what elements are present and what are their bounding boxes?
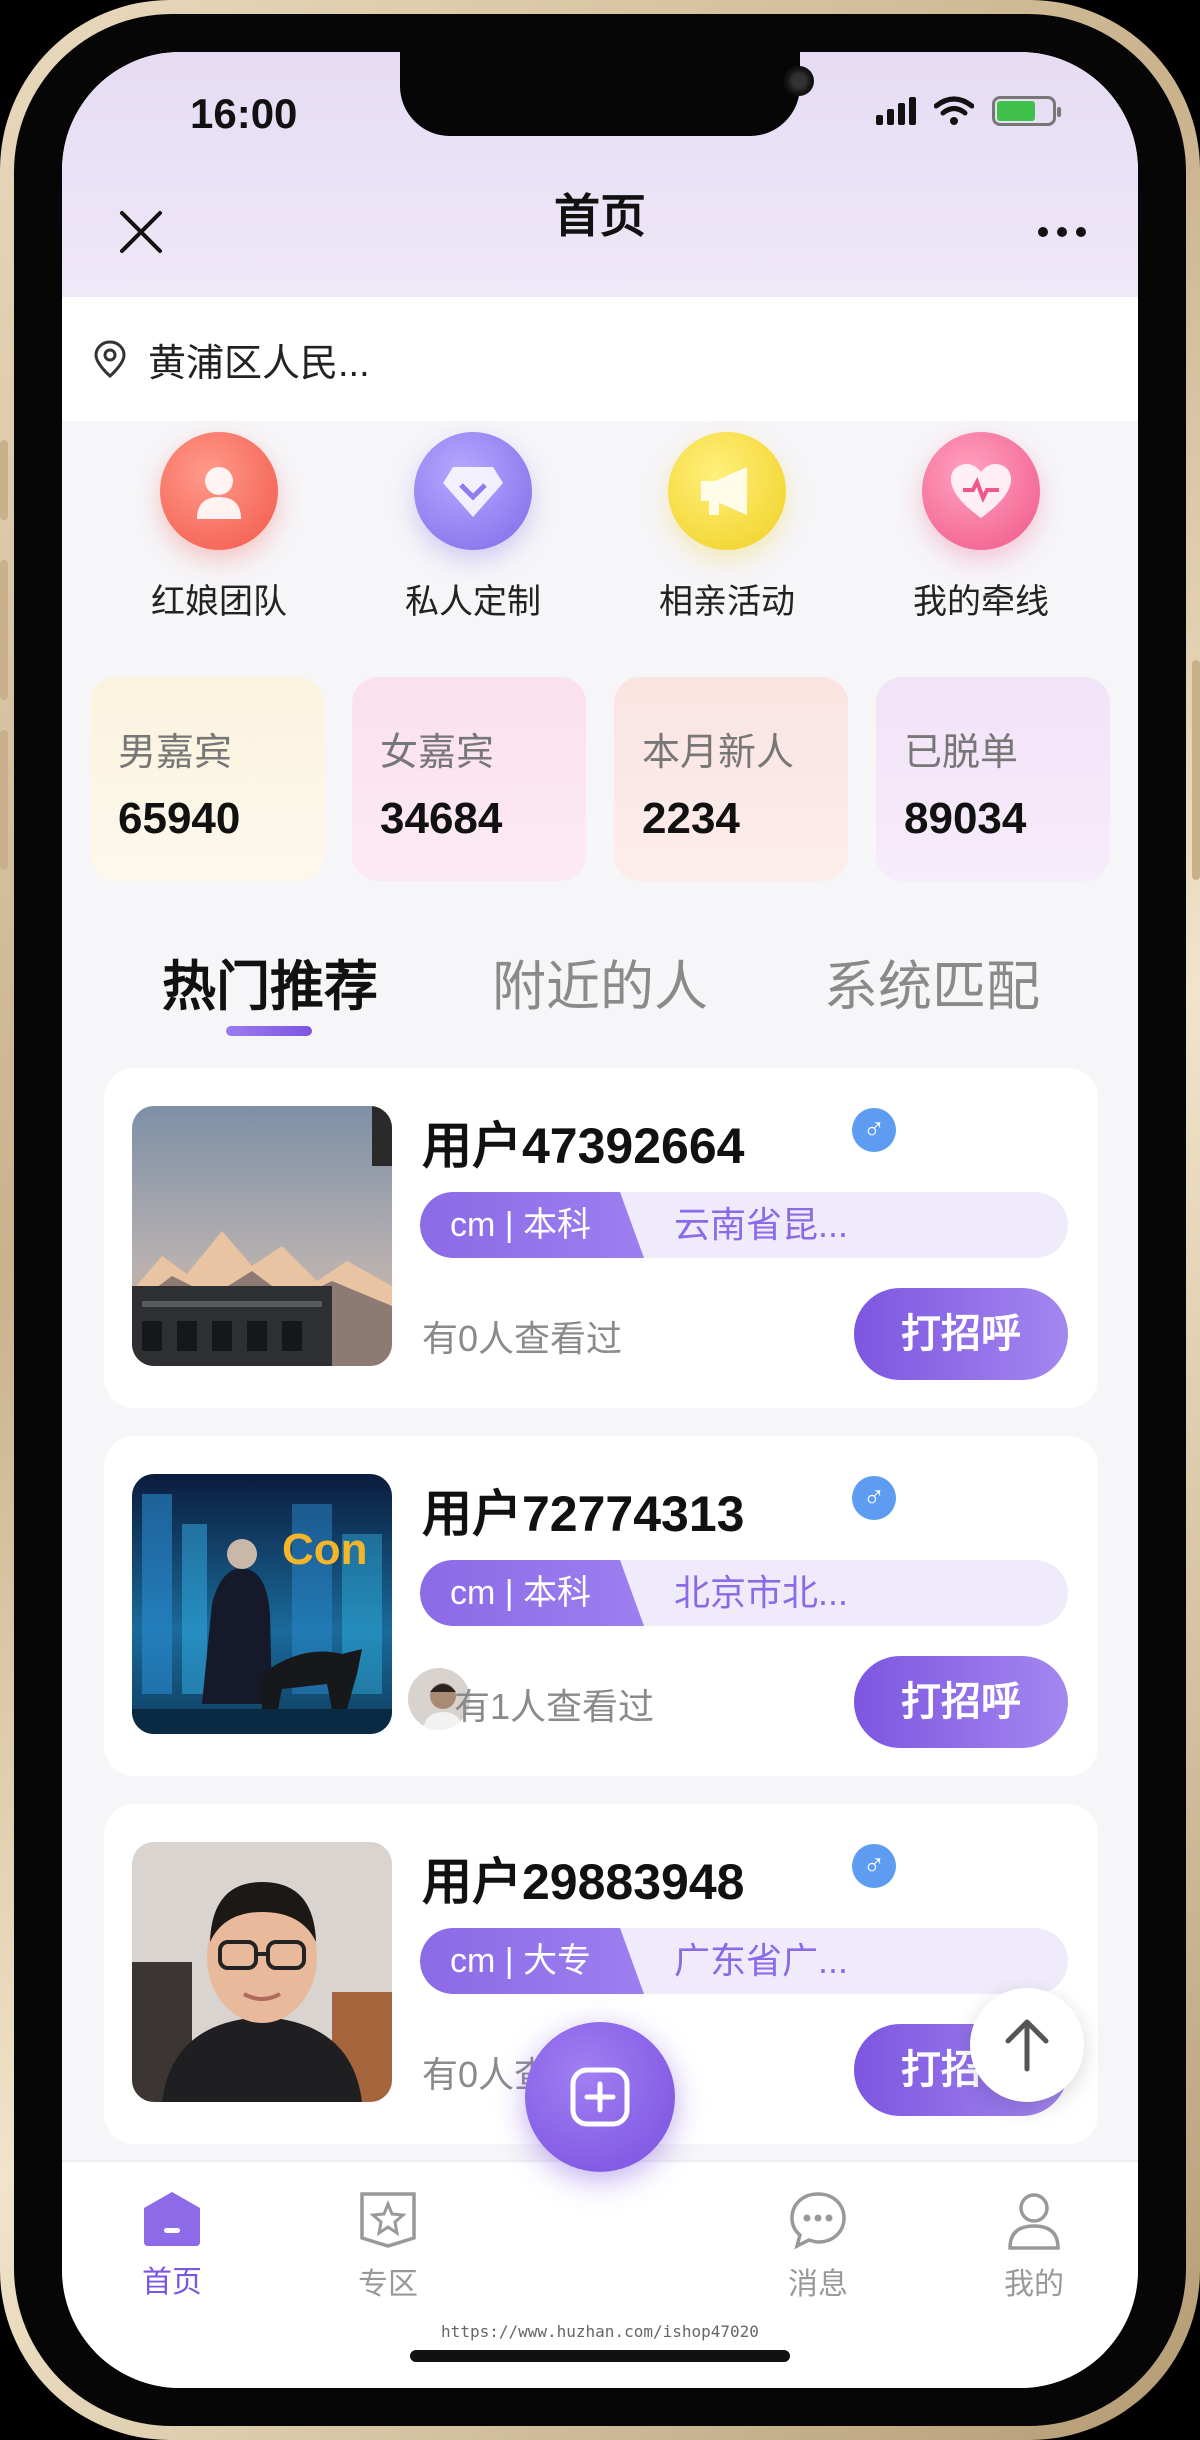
nav-zone[interactable]: 专区 bbox=[308, 2190, 468, 2303]
power-button bbox=[1192, 660, 1200, 880]
tab-bar: 热门推荐 附近的人 系统匹配 bbox=[62, 942, 1138, 1036]
user-tags: cm | 大专 广东省广... bbox=[420, 1928, 1068, 1994]
viewers-text: 有1人查看过 bbox=[454, 1686, 655, 1727]
stats-row: 男嘉宾 65940 女嘉宾 34684 本月新人 2234 已脱单 89034 bbox=[90, 677, 1110, 881]
nav-label: 消息 bbox=[788, 2268, 848, 2301]
quick-item-matchmaker[interactable]: 红娘团队 bbox=[119, 432, 319, 632]
nav-label: 专区 bbox=[358, 2268, 418, 2301]
quick-item-event[interactable]: 相亲活动 bbox=[627, 432, 827, 632]
user-tags: cm | 本科 云南省昆... bbox=[420, 1192, 1068, 1258]
user-card[interactable]: 用户47392664 ♂ cm | 本科 云南省昆... 有0人查看过 打招呼 bbox=[104, 1068, 1098, 1408]
quick-item-custom[interactable]: 私人定制 bbox=[373, 432, 573, 632]
male-icon: ♂ bbox=[852, 1844, 896, 1888]
quick-item-connections[interactable]: 我的牵线 bbox=[881, 432, 1081, 632]
user-name: 用户72774313 bbox=[422, 1486, 745, 1542]
location-pin-icon bbox=[94, 340, 126, 378]
diamond-icon bbox=[414, 432, 532, 550]
home-icon bbox=[144, 2192, 200, 2246]
camera bbox=[784, 66, 814, 96]
stat-label: 女嘉宾 bbox=[380, 732, 495, 774]
stat-female-guests[interactable]: 女嘉宾 34684 bbox=[352, 677, 586, 881]
user-card[interactable]: Con 用户72774313 ♂ cm | 本科 北京市北... 有1人查看过 … bbox=[104, 1436, 1098, 1776]
stat-value: 65940 bbox=[118, 794, 241, 843]
quick-menu: 红娘团队 私人定制 相亲活动 我的牵线 bbox=[62, 432, 1138, 632]
nav-home[interactable]: 首页 bbox=[92, 2190, 252, 2301]
side-button bbox=[0, 440, 8, 520]
notch bbox=[400, 52, 814, 136]
stat-new-this-month[interactable]: 本月新人 2234 bbox=[614, 677, 848, 881]
male-icon: ♂ bbox=[852, 1476, 896, 1520]
arrow-up-icon bbox=[1005, 2019, 1049, 2072]
height-education-tag: cm | 本科 bbox=[420, 1192, 644, 1258]
home-indicator bbox=[410, 2350, 790, 2362]
header: 16:00 首页 bbox=[62, 52, 1138, 297]
nav-profile[interactable]: 我的 bbox=[954, 2190, 1114, 2303]
quick-label: 相亲活动 bbox=[659, 583, 795, 621]
user-photo[interactable] bbox=[132, 1106, 392, 1366]
greet-button[interactable]: 打招呼 bbox=[854, 1288, 1068, 1380]
user-name: 用户47392664 bbox=[422, 1118, 745, 1174]
quick-label: 私人定制 bbox=[405, 583, 541, 621]
user-location: 广东省广... bbox=[674, 1940, 849, 1981]
user-location: 北京市北... bbox=[674, 1572, 849, 1613]
more-icon[interactable] bbox=[1038, 227, 1086, 237]
wifi-icon bbox=[934, 96, 974, 125]
profile-icon bbox=[1008, 2193, 1060, 2250]
plus-square-icon bbox=[570, 2067, 630, 2127]
nav-label: 我的 bbox=[1004, 2268, 1064, 2301]
heart-icon bbox=[922, 432, 1040, 550]
user-tags: cm | 本科 北京市北... bbox=[420, 1560, 1068, 1626]
user-photo[interactable]: Con bbox=[132, 1474, 392, 1734]
signal-icon bbox=[876, 97, 916, 125]
add-button[interactable] bbox=[525, 2022, 675, 2172]
tab-hot-recommend[interactable]: 热门推荐 bbox=[162, 942, 378, 1021]
stat-value: 34684 bbox=[380, 794, 503, 843]
status-time: 16:00 bbox=[190, 90, 298, 137]
battery-icon bbox=[992, 96, 1061, 126]
stat-male-guests[interactable]: 男嘉宾 65940 bbox=[90, 677, 324, 881]
stat-label: 本月新人 bbox=[642, 732, 795, 774]
nav-messages[interactable]: 消息 bbox=[738, 2190, 898, 2303]
stat-matched[interactable]: 已脱单 89034 bbox=[876, 677, 1110, 881]
location-bar[interactable]: 黄浦区人民... bbox=[62, 297, 1138, 421]
height-education-tag: cm | 本科 bbox=[420, 1560, 644, 1626]
nav-label: 首页 bbox=[142, 2266, 202, 2299]
svg-text:Con: Con bbox=[282, 1525, 368, 1574]
volume-up-button bbox=[0, 560, 8, 700]
male-icon: ♂ bbox=[852, 1108, 896, 1152]
location-text: 黄浦区人民... bbox=[148, 342, 370, 385]
user-name: 用户29883948 bbox=[422, 1854, 745, 1910]
star-square-icon bbox=[360, 2192, 416, 2248]
megaphone-icon bbox=[668, 432, 786, 550]
user-photo[interactable] bbox=[132, 1842, 392, 2102]
screen: 16:00 首页 黄浦区人民... 红娘团队 私人定制 相亲活动 我的牵线 男嘉… bbox=[62, 52, 1138, 2388]
stat-value: 89034 bbox=[904, 794, 1027, 843]
user-location: 云南省昆... bbox=[674, 1204, 849, 1245]
quick-label: 红娘团队 bbox=[151, 583, 287, 621]
quick-label: 我的牵线 bbox=[913, 583, 1049, 621]
tab-system-match[interactable]: 系统匹配 bbox=[824, 942, 1040, 1021]
stat-label: 男嘉宾 bbox=[118, 732, 233, 774]
volume-down-button bbox=[0, 730, 8, 870]
chat-icon bbox=[790, 2192, 846, 2250]
page-title: 首页 bbox=[554, 190, 646, 242]
matchmaker-icon bbox=[160, 432, 278, 550]
greet-button[interactable]: 打招呼 bbox=[854, 1656, 1068, 1748]
scroll-top-button[interactable] bbox=[970, 1988, 1084, 2102]
viewers-text: 有0人查看过 bbox=[422, 1318, 623, 1359]
watermark: https://www.huzhan.com/ishop47020 bbox=[441, 2322, 759, 2341]
tab-nearby[interactable]: 附近的人 bbox=[492, 942, 708, 1021]
tab-underline bbox=[226, 1026, 312, 1036]
stat-label: 已脱单 bbox=[904, 732, 1019, 774]
status-icons bbox=[876, 96, 1061, 126]
stat-value: 2234 bbox=[642, 794, 740, 843]
height-education-tag: cm | 大专 bbox=[420, 1928, 644, 1994]
